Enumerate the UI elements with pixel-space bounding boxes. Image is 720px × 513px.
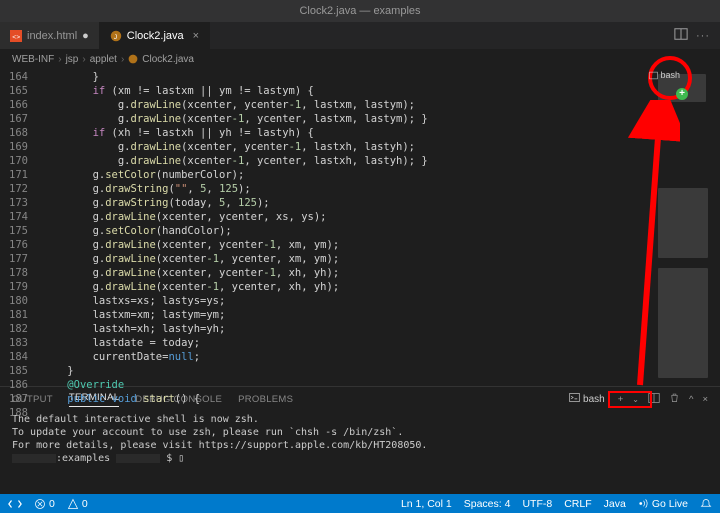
breadcrumb-segment[interactable]: applet [90,54,117,65]
status-indentation[interactable]: Spaces: 4 [464,498,511,510]
status-errors[interactable]: 0 [34,498,55,510]
chevron-right-icon: › [82,54,85,65]
tab-index-html[interactable]: <> index.html ● [0,22,100,49]
terminal-line: The default interactive shell is now zsh… [12,413,708,426]
terminal-line: To update your account to use zsh, pleas… [12,426,708,439]
status-warnings[interactable]: 0 [67,498,88,510]
split-editor-icon[interactable] [674,27,688,44]
line-number-gutter: 1641651661671681691701711721731741751761… [0,68,42,386]
svg-text:<>: <> [12,34,20,41]
html-file-icon: <> [10,30,22,42]
remote-indicator[interactable] [8,497,22,511]
java-file-icon: J [110,30,122,42]
redacted-text [116,454,160,463]
breadcrumb-segment[interactable]: WEB-INF [12,54,54,65]
status-bar: 0 0 Ln 1, Col 1 Spaces: 4 UTF-8 CRLF Jav… [0,494,720,513]
editor-tabs: <> index.html ● J Clock2.java × ··· [0,22,720,50]
redacted-text [12,454,56,463]
code-content[interactable]: } if (xm != lastxm || ym != lastym) { g.… [42,68,720,386]
tab-label: Clock2.java [127,30,184,42]
notification-icon[interactable] [700,498,712,510]
breadcrumb-segment[interactable]: Clock2.java [142,54,194,65]
chevron-right-icon: › [58,54,61,65]
terminal-line: For more details, please visit https://s… [12,439,708,452]
more-actions-icon[interactable]: ··· [696,30,710,42]
terminal-body[interactable]: The default interactive shell is now zsh… [0,411,720,467]
editor[interactable]: 1641651661671681691701711721731741751761… [0,68,720,386]
tab-label: index.html [27,30,77,42]
breadcrumb[interactable]: WEB-INF › jsp › applet › Clock2.java [0,50,720,68]
window-title: Clock2.java — examples [299,5,420,17]
breadcrumb-segment[interactable]: jsp [66,54,79,65]
annotation-plus-icon: + [676,88,688,100]
status-encoding[interactable]: UTF-8 [522,498,552,510]
minimap[interactable] [652,68,714,386]
java-file-icon [128,54,138,64]
tab-clock2-java[interactable]: J Clock2.java × [100,22,210,49]
svg-text:J: J [114,34,117,41]
unsaved-dot-icon: ● [82,30,89,42]
status-language[interactable]: Java [604,498,626,510]
terminal-prompt: :examples $ ▯ [12,452,708,465]
title-bar: Clock2.java — examples [0,0,720,22]
annotation-bash-label: bash [649,70,680,80]
status-go-live[interactable]: Go Live [638,498,688,510]
status-cursor-position[interactable]: Ln 1, Col 1 [401,498,452,510]
status-eol[interactable]: CRLF [564,498,591,510]
chevron-right-icon: › [121,54,124,65]
close-icon[interactable]: × [193,30,199,42]
